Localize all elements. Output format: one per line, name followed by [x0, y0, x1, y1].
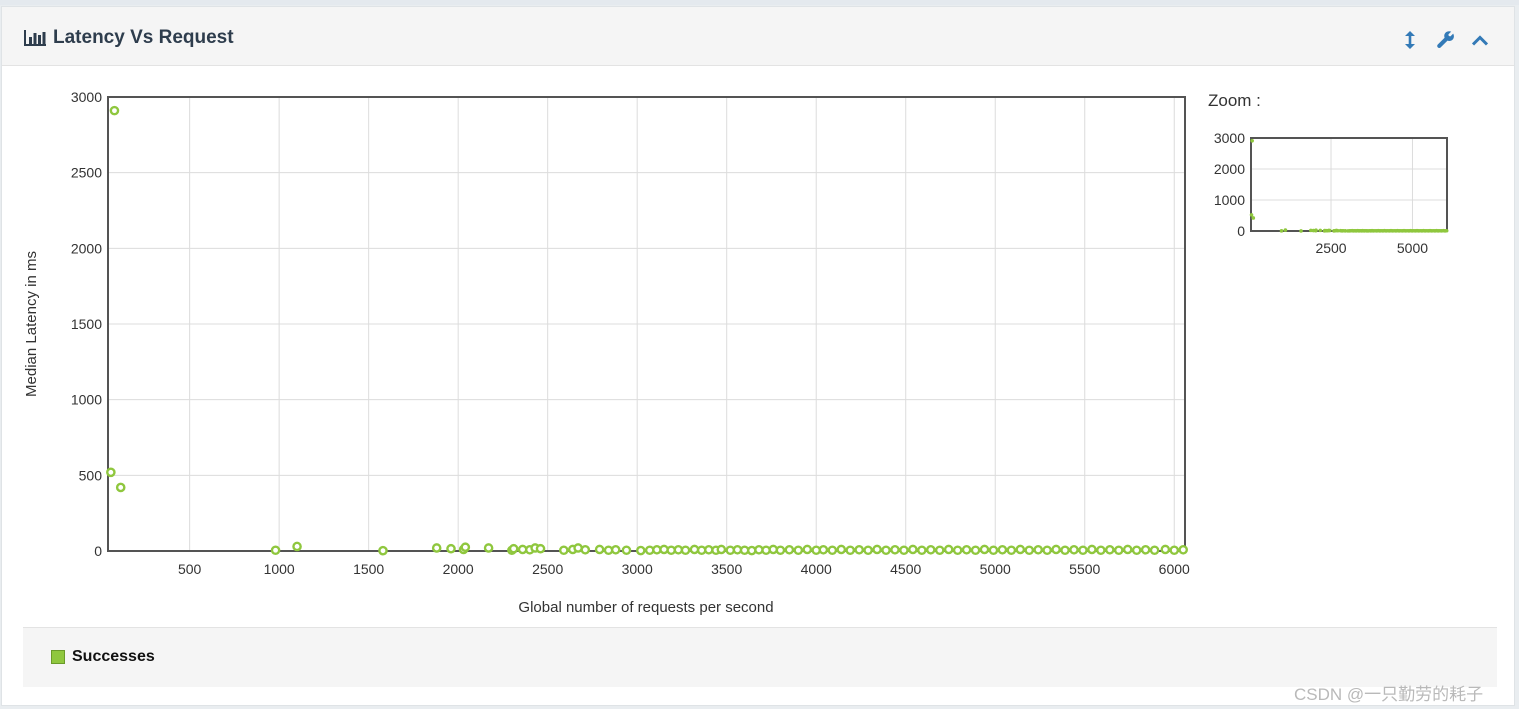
data-point[interactable] [854, 544, 864, 555]
x-tick-label: 3000 [622, 561, 653, 577]
x-tick-label: 5000 [980, 561, 1011, 577]
data-point[interactable] [1096, 545, 1106, 556]
main-chart[interactable]: Median Latency in ms Global number of re… [0, 0, 1519, 709]
data-point[interactable] [610, 544, 621, 555]
data-point[interactable] [680, 545, 691, 556]
data-point[interactable] [845, 545, 856, 556]
x-tick-label: 2000 [443, 561, 474, 577]
data-point[interactable] [1024, 545, 1035, 556]
x-tick-label: 4000 [801, 561, 832, 577]
x-tick-label: 6000 [1159, 561, 1190, 577]
data-point[interactable] [943, 544, 954, 555]
data-point[interactable] [934, 545, 945, 556]
data-point[interactable] [952, 545, 963, 556]
x-tick-label: 500 [178, 561, 202, 577]
data-point[interactable] [431, 543, 442, 553]
data-point[interactable] [1160, 544, 1171, 555]
data-point[interactable] [621, 545, 632, 556]
data-point[interactable] [535, 543, 546, 554]
y-tick-label: 0 [94, 543, 102, 559]
data-point[interactable] [106, 467, 116, 478]
data-point[interactable] [446, 543, 456, 554]
x-tick-label: 2500 [532, 561, 563, 577]
data-point[interactable] [908, 544, 918, 555]
data-point[interactable] [979, 544, 990, 555]
data-point[interactable] [1113, 545, 1124, 556]
data-point[interactable] [1178, 544, 1189, 555]
data-point[interactable] [1087, 544, 1097, 555]
watermark: CSDN @一只勤劳的耗子 [1294, 685, 1484, 704]
data-point[interactable] [925, 544, 936, 555]
y-tick-label: 2000 [71, 240, 102, 256]
x-tick-label: 1500 [353, 561, 384, 577]
data-point[interactable] [917, 545, 927, 556]
data-point[interactable] [784, 544, 795, 555]
data-point[interactable] [1033, 544, 1044, 555]
data-point[interactable] [1042, 545, 1052, 556]
data-point[interactable] [292, 541, 302, 552]
data-point[interactable] [1015, 544, 1026, 555]
data-point[interactable] [594, 544, 605, 555]
data-point[interactable] [1060, 545, 1070, 556]
data-point[interactable] [1105, 544, 1115, 555]
data-point[interactable] [1078, 545, 1088, 556]
x-tick-label: 4500 [890, 561, 921, 577]
data-point[interactable] [1051, 544, 1061, 555]
y-tick-label: 2500 [71, 165, 102, 181]
data-point[interactable] [881, 545, 891, 556]
data-point[interactable] [635, 545, 646, 556]
data-point[interactable] [988, 545, 999, 556]
y-axis-label: Median Latency in ms [23, 251, 40, 397]
data-point[interactable] [1069, 544, 1079, 555]
data-point[interactable] [1149, 545, 1160, 556]
data-point[interactable] [580, 544, 591, 555]
data-point[interactable] [970, 545, 981, 556]
data-point[interactable] [1006, 545, 1017, 556]
data-point[interactable] [716, 544, 727, 555]
data-point[interactable] [483, 543, 494, 553]
data-point[interactable] [872, 544, 882, 555]
data-point[interactable] [802, 544, 813, 555]
data-point[interactable] [818, 544, 829, 555]
x-tick-label: 5500 [1069, 561, 1100, 577]
y-tick-label: 1000 [71, 392, 102, 408]
data-point[interactable] [997, 544, 1008, 555]
x-axis-label: Global number of requests per second [518, 599, 773, 616]
data-point[interactable] [270, 545, 281, 556]
data-point[interactable] [1122, 544, 1133, 555]
data-point[interactable] [899, 545, 909, 556]
data-point[interactable] [460, 542, 471, 553]
data-point[interactable] [775, 545, 786, 556]
y-tick-label: 1500 [71, 316, 102, 332]
data-point[interactable] [1131, 545, 1142, 556]
x-tick-label: 1000 [264, 561, 295, 577]
x-tick-label: 3500 [711, 561, 742, 577]
y-tick-label: 500 [79, 467, 103, 483]
data-point[interactable] [890, 544, 900, 555]
data-point[interactable] [115, 482, 126, 493]
data-point[interactable] [508, 543, 519, 554]
y-tick-label: 3000 [71, 89, 102, 105]
data-point[interactable] [1169, 545, 1180, 556]
data-point[interactable] [961, 544, 972, 555]
data-point[interactable] [558, 545, 569, 556]
data-point[interactable] [836, 544, 847, 555]
data-point[interactable] [109, 105, 120, 116]
data-point[interactable] [793, 545, 804, 556]
data-point[interactable] [863, 545, 873, 556]
data-point[interactable] [827, 545, 838, 556]
data-point[interactable] [378, 545, 388, 556]
data-point[interactable] [1140, 544, 1151, 555]
